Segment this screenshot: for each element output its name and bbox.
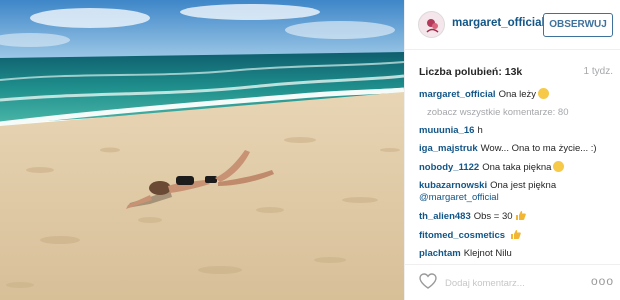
heart-eyes-emoji-icon	[553, 161, 565, 172]
view-all-comments-link[interactable]: zobacz wszystkie komentarze: 80	[427, 107, 615, 119]
caption-text: Ona leży	[498, 89, 537, 100]
thumbs-up-emoji-icon	[515, 210, 526, 221]
comment-footer: ooo	[405, 264, 620, 300]
post-author-username[interactable]: margaret_official	[452, 17, 545, 29]
comment-item: iga_majstruk Wow... Ona to ma życie... :)	[419, 143, 615, 155]
comment-item: plachtam Klejnot Nilu	[419, 248, 615, 260]
comment-text: Obs = 30	[473, 211, 513, 222]
caption-username[interactable]: margaret_official	[419, 89, 496, 100]
comment-username[interactable]: th_alien483	[419, 211, 471, 222]
post-timestamp[interactable]: 1 tydz.	[584, 66, 613, 77]
comment-mention-link[interactable]: @margaret_official	[419, 192, 499, 203]
comment-username[interactable]: kubazarnowski	[419, 180, 487, 191]
profile-avatar[interactable]	[418, 11, 445, 38]
comment-username[interactable]: iga_majstruk	[419, 143, 478, 154]
comment-text: Ona taka piękna	[482, 162, 552, 173]
comment-username[interactable]: nobody_1122	[419, 162, 479, 173]
caption: margaret_official Ona leży	[419, 88, 615, 101]
comment-username[interactable]: plachtam	[419, 248, 461, 259]
comments-list: margaret_official Ona leży zobacz wszystk…	[419, 88, 615, 268]
likes-count[interactable]: Liczba polubień: 13k	[419, 66, 522, 78]
post-side-panel: margaret_official OBSERWUJ Liczba polubi…	[404, 0, 620, 300]
comment-username[interactable]: muuunia_16	[419, 125, 474, 136]
comment-item: kubazarnowski Ona jest piękna @margaret_o…	[419, 180, 615, 204]
post-photo[interactable]	[0, 0, 404, 300]
comment-item: th_alien483 Obs = 30	[419, 210, 615, 223]
laughing-emoji-icon	[538, 88, 550, 99]
add-comment-input[interactable]	[445, 276, 565, 290]
thumbs-up-emoji-icon	[510, 229, 521, 240]
likes-row: Liczba polubień: 13k 1 tydz.	[419, 66, 613, 80]
comment-username[interactable]: fitomed_cosmetics	[419, 230, 505, 241]
follow-button[interactable]: OBSERWUJ	[543, 13, 613, 37]
comment-text: Klejnot Nilu	[463, 248, 512, 259]
comment-text: Ona jest piękna	[490, 180, 557, 191]
post-header: margaret_official OBSERWUJ	[405, 0, 620, 50]
more-dots-icon[interactable]: ooo	[591, 274, 613, 288]
comment-item: fitomed_cosmetics	[419, 229, 615, 242]
comment-text: Wow... Ona to ma życie... :)	[480, 143, 597, 154]
comment-text: h	[477, 125, 483, 136]
comment-item: muuunia_16 h	[419, 125, 615, 137]
heart-outline-icon[interactable]	[419, 273, 437, 289]
beach-photo-image	[0, 0, 404, 300]
comment-item: nobody_1122 Ona taka piękna	[419, 161, 615, 174]
